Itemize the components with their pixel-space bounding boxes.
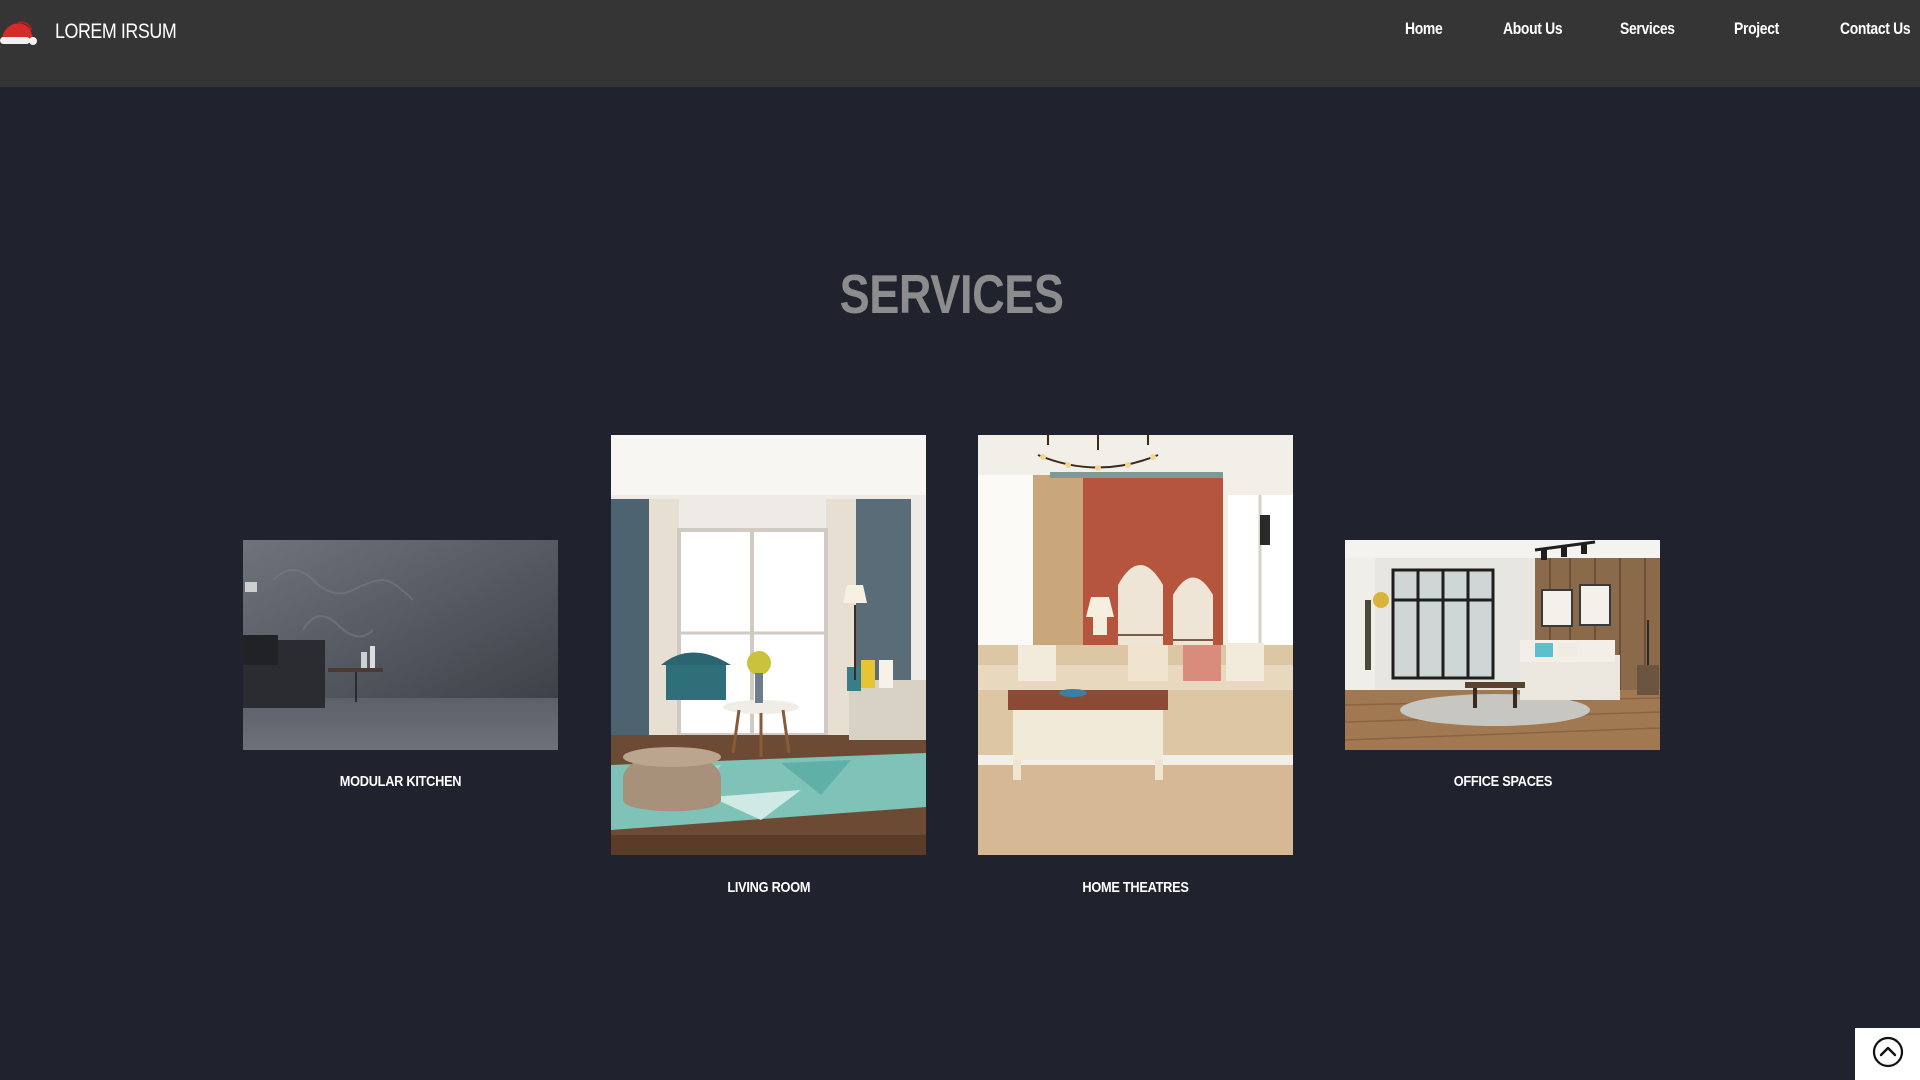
home-theatre-photo[interactable]: [978, 435, 1293, 855]
service-label: LIVING ROOM: [727, 879, 810, 896]
top-navbar: LOREM IRSUM Home About Us Services Proje…: [0, 0, 1920, 87]
service-card-living-room[interactable]: LIVING ROOM: [611, 435, 926, 896]
brand-link[interactable]: LOREM IRSUM: [0, 14, 198, 50]
nav-services-link[interactable]: Services: [1620, 19, 1675, 39]
scroll-to-top-button[interactable]: [1855, 1028, 1920, 1080]
service-label: OFFICE SPACES: [1453, 773, 1552, 790]
nav-contact-link[interactable]: Contact Us: [1840, 19, 1911, 39]
office-space-photo[interactable]: [1345, 540, 1660, 750]
santa-hat-logo-icon: [0, 15, 38, 49]
nav-project-link[interactable]: Project: [1734, 19, 1779, 39]
service-label: HOME THEATRES: [1082, 879, 1189, 896]
service-card-modular-kitchen[interactable]: MODULAR KITCHEN: [243, 540, 558, 790]
service-card-office-spaces[interactable]: OFFICE SPACES: [1345, 540, 1660, 790]
service-card-home-theatres[interactable]: HOME THEATRES: [978, 435, 1293, 896]
chevron-up-circle-icon: [1872, 1036, 1904, 1073]
brand-name: LOREM IRSUM: [55, 20, 177, 43]
services-heading: SERVICES: [840, 263, 1064, 325]
service-label: MODULAR KITCHEN: [339, 773, 462, 790]
living-room-photo[interactable]: [611, 435, 926, 855]
nav-about-link[interactable]: About Us: [1503, 19, 1563, 39]
nav-home-link[interactable]: Home: [1405, 19, 1443, 39]
modular-kitchen-photo[interactable]: [243, 540, 558, 750]
